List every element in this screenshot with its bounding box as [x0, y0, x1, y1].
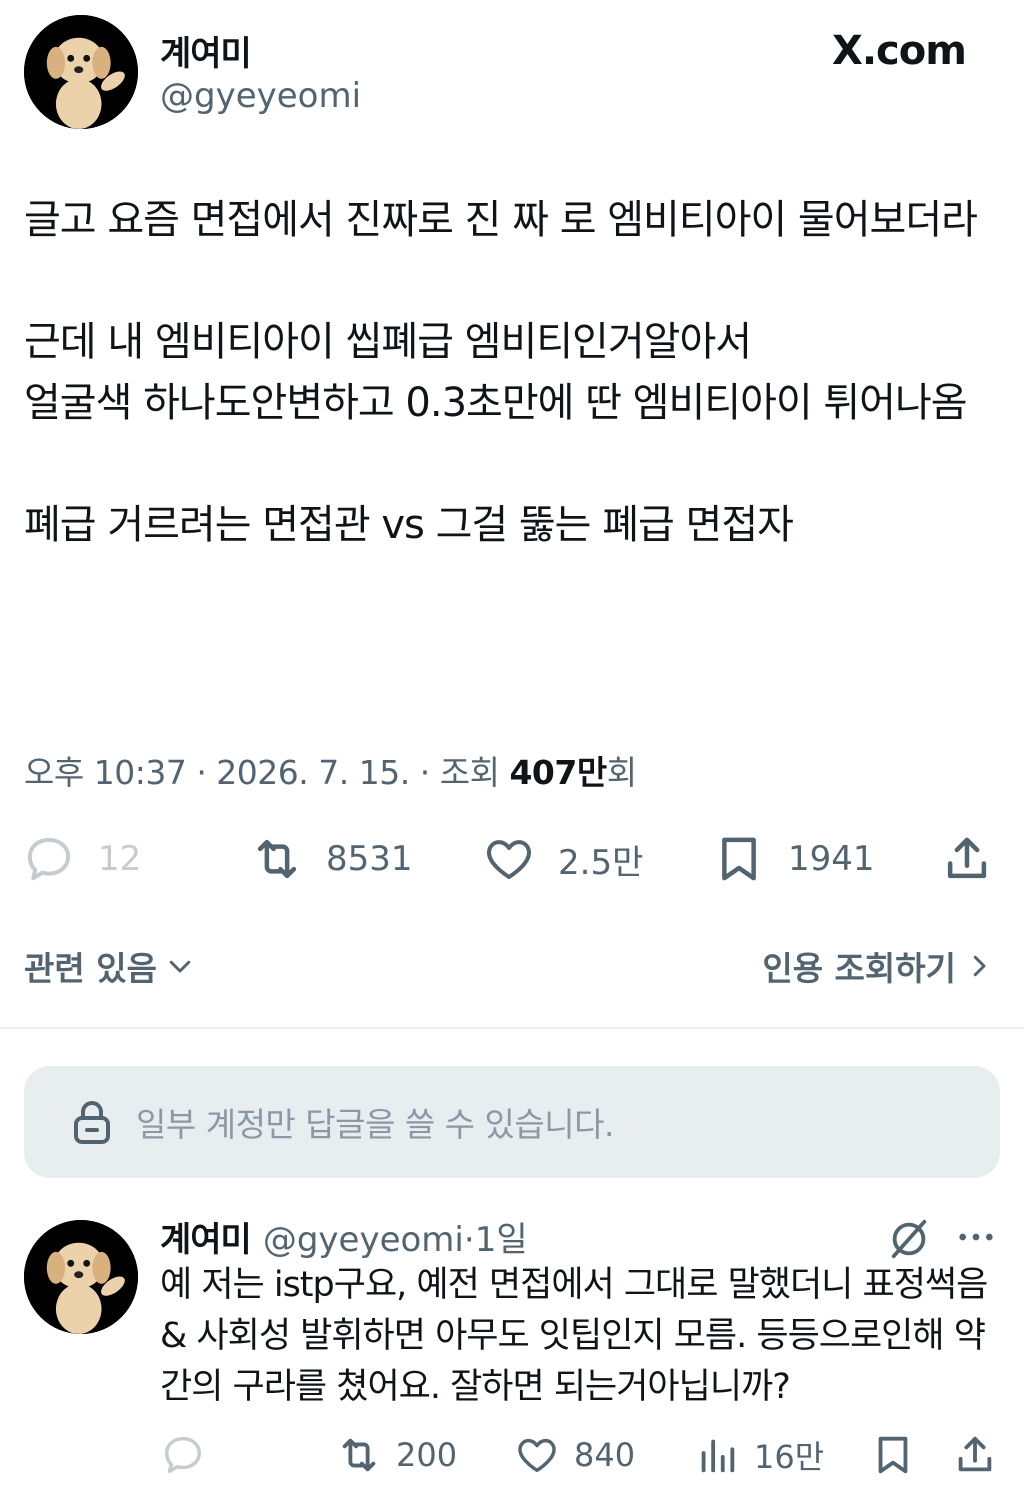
like-button[interactable]: 2.5만 [482, 832, 643, 886]
reply-views-button[interactable]: 16만 [694, 1432, 824, 1478]
chevron-right-icon [973, 955, 986, 977]
view-quotes-link[interactable]: 인용 조회하기 [762, 942, 994, 990]
share-icon [958, 1436, 992, 1472]
tweet-meta: 오후 10:37 · 2026. 7. 15. · 조회 407만회 [24, 753, 637, 792]
reply-avatar[interactable] [24, 1220, 138, 1334]
reply-header: 계여미 @gyeyeomi · 1일 [160, 1212, 528, 1261]
divider [0, 1027, 1024, 1029]
tweet-date[interactable]: 2026. 7. 15. [216, 753, 410, 792]
tweet-paragraph: 폐급 거르려는 면접관 vs 그걸 뚫는 폐급 면접자 [24, 502, 794, 548]
grok-icon[interactable] [886, 1216, 932, 1262]
quotes-label: 인용 조회하기 [762, 949, 956, 988]
tweet-text: 글고 요즘 면접에서 진짜로 진 짜 로 엠비티아이 물어보더라 근데 내 엠비… [24, 190, 1000, 556]
tweet-paragraph: 근데 내 엠비티아이 씹폐급 엠비티인거알아서 [24, 319, 752, 365]
retweet-icon [257, 839, 297, 879]
reply-like-count: 840 [574, 1436, 636, 1474]
user-handle[interactable]: @gyeyeomi [160, 76, 361, 116]
share-button[interactable] [940, 832, 1016, 886]
reply-retweet-button[interactable]: 200 [336, 1432, 457, 1478]
site-logo: X.com [832, 28, 967, 74]
like-count: 2.5만 [558, 842, 644, 883]
chevron-down-icon [169, 960, 191, 973]
reply-views-count: 16만 [754, 1438, 825, 1476]
display-name[interactable]: 계여미 [160, 26, 252, 75]
avatar[interactable] [24, 15, 138, 129]
reply-time[interactable]: 1일 [475, 1212, 528, 1261]
bookmark-button[interactable]: 1941 [712, 832, 875, 886]
lock-icon [74, 1101, 110, 1144]
views-suffix: 회 [606, 753, 637, 792]
share-icon [947, 837, 987, 879]
tweet-paragraph: 얼굴색 하나도안변하고 0.3초만에 딴 엠비티아이 튀어나옴 [24, 380, 968, 426]
bookmark-icon [878, 1436, 908, 1474]
reply-like-button[interactable]: 840 [514, 1432, 635, 1478]
tweet-paragraph: 글고 요즘 면접에서 진짜로 진 짜 로 엠비티아이 물어보더라 [24, 197, 978, 243]
reply-button[interactable]: 12 [22, 832, 141, 886]
reply-retweet-count: 200 [396, 1436, 458, 1474]
reply-display-name[interactable]: 계여미 [160, 1212, 252, 1261]
reply-handle[interactable]: @gyeyeomi [263, 1220, 464, 1260]
reply-share-button[interactable] [952, 1432, 1012, 1478]
dog-avatar-image [24, 1220, 138, 1334]
reply-bookmark-button[interactable] [870, 1432, 930, 1478]
more-icon[interactable] [956, 1222, 996, 1252]
restriction-text: 일부 계정만 답글을 쓸 수 있습니다. [136, 1105, 614, 1144]
reply-icon [27, 837, 71, 881]
related-label: 관련 있음 [24, 949, 157, 988]
related-dropdown[interactable]: 관련 있음 [24, 942, 195, 990]
views-count: 407만 [509, 753, 607, 792]
reply-reply-button[interactable] [160, 1432, 220, 1478]
heart-icon [487, 840, 531, 880]
reply-text: 예 저는 istp구요, 예전 면접에서 그대로 말했더니 표정썩음 & 사회성… [160, 1265, 988, 1407]
tweet-time[interactable]: 오후 10:37 [24, 753, 187, 792]
retweet-button[interactable]: 8531 [250, 832, 413, 886]
views-icon [701, 1439, 735, 1473]
views-label: 조회 [439, 753, 500, 792]
reply-restriction-notice: 일부 계정만 답글을 쓸 수 있습니다. [24, 1066, 1000, 1178]
retweet-count: 8531 [326, 839, 413, 879]
retweet-icon [342, 1438, 376, 1472]
reply-icon [164, 1436, 202, 1474]
bookmark-icon [722, 837, 756, 881]
bookmark-count: 1941 [788, 839, 875, 879]
separator: · [463, 1220, 475, 1260]
reply-count: 12 [98, 839, 142, 879]
dog-avatar-image [24, 15, 138, 129]
heart-icon [518, 1438, 556, 1473]
